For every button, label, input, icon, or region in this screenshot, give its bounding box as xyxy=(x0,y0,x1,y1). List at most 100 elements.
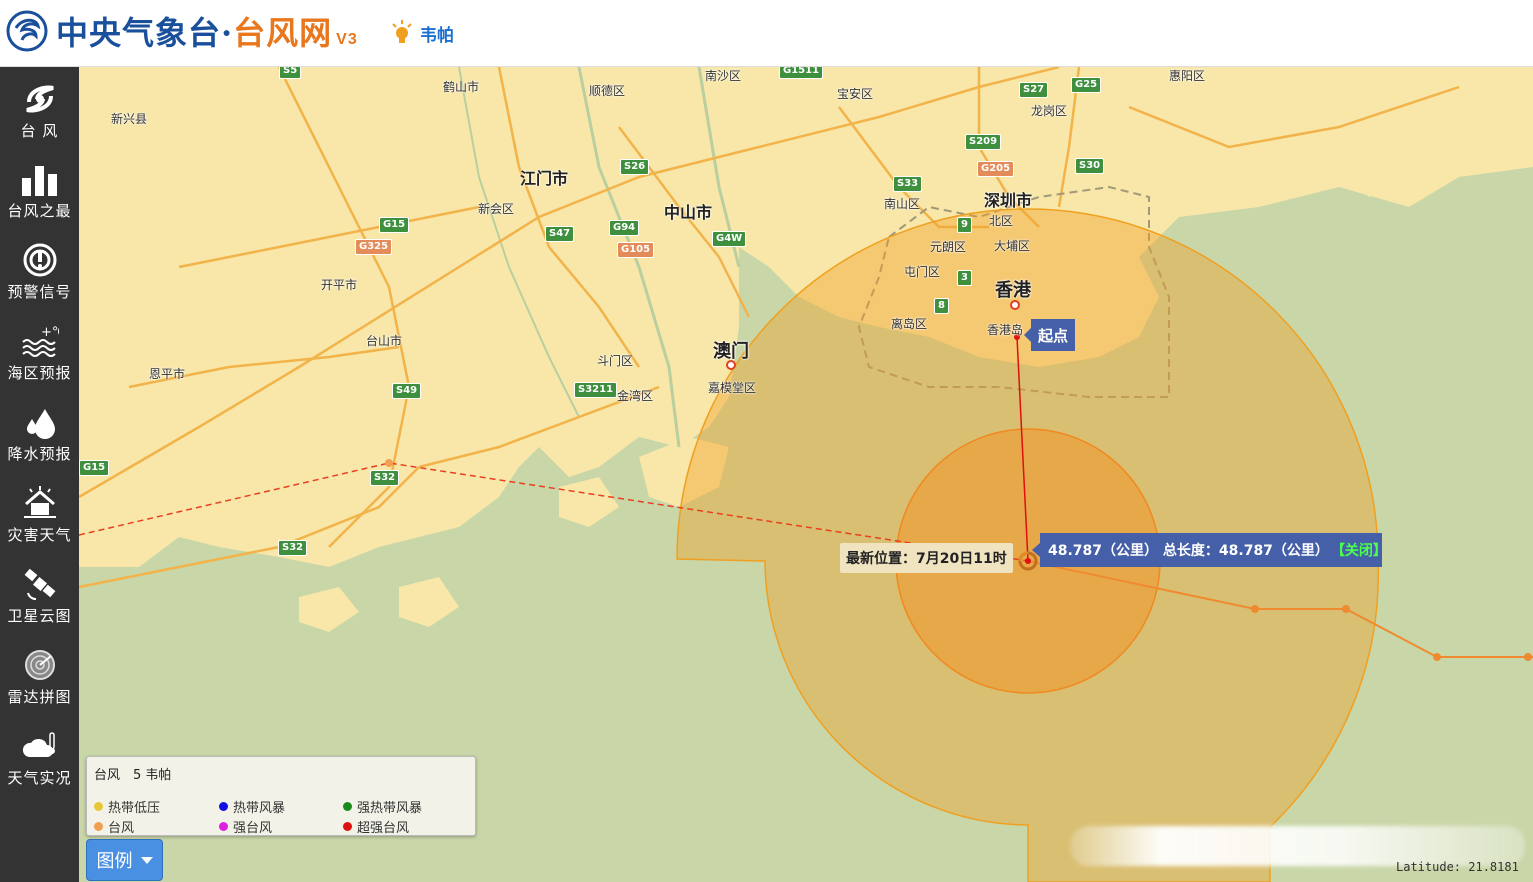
sidebar-item-typhoon-records[interactable]: 台风之最 xyxy=(0,152,79,232)
place-label: 惠阳区 xyxy=(1169,69,1206,83)
highway-shield: G205 xyxy=(977,161,1015,177)
track-point[interactable] xyxy=(1342,605,1350,613)
measure-close-button[interactable]: 【关闭】 xyxy=(1331,540,1387,560)
sidebar-item-rain-forecast[interactable]: 降水预报 xyxy=(0,395,79,475)
highway-shield: S33 xyxy=(893,176,923,192)
track-point[interactable] xyxy=(385,459,393,467)
highway-shield: S3211 xyxy=(574,382,618,398)
city-label: 中山市 xyxy=(664,203,713,222)
legend-dot xyxy=(219,822,228,831)
sidebar-item-typhoon[interactable]: 台 风 xyxy=(0,72,79,152)
cloud-thermometer-icon xyxy=(22,732,55,757)
legend-item-label: 台风 xyxy=(108,821,135,836)
latitude-readout: Latitude: 21.8181 xyxy=(1396,860,1519,874)
legend-item-label: 强热带风暴 xyxy=(357,801,423,816)
city-label: 澳门 xyxy=(713,341,749,362)
sidebar-item-label: 海区预报 xyxy=(7,364,72,382)
sidebar-item-label: 台风之最 xyxy=(7,202,72,220)
highway-shield: G25 xyxy=(1071,77,1102,93)
legend-button-label: 图例 xyxy=(96,851,133,872)
legend-item: 超强台风 xyxy=(343,817,409,836)
highway-shield: S5 xyxy=(279,67,302,79)
highway-shield: 8 xyxy=(934,298,949,314)
cma-logo-icon xyxy=(6,10,48,52)
site-title-accent: 台风网 xyxy=(233,14,333,52)
sidebar-item-label: 灾害天气 xyxy=(7,526,72,544)
highway-shield: S32 xyxy=(278,540,308,556)
highway-shield: S27 xyxy=(1019,82,1049,98)
highway-shield: G4W xyxy=(712,231,747,247)
highway-shield: 9 xyxy=(957,217,972,233)
highway-shield: S32 xyxy=(370,470,400,486)
disaster-house-icon xyxy=(23,486,56,518)
sidebar-item-disaster-weather[interactable]: 灾害天气 xyxy=(0,476,79,556)
sidebar-item-warning-signal[interactable]: 预警信号 xyxy=(0,233,79,313)
city-label: 香港 xyxy=(995,280,1031,301)
highway-shield: G15 xyxy=(379,217,410,233)
header: 中央气象台·台风网 V3 韦帕 xyxy=(0,0,1533,67)
alert-signal-icon xyxy=(23,243,56,277)
track-point[interactable] xyxy=(1524,653,1532,661)
sidebar-item-satellite[interactable]: 卫星云图 xyxy=(0,557,79,637)
latest-position-tooltip: 最新位置：7月20日11时 xyxy=(840,543,1013,573)
highway-shield: G15 xyxy=(79,460,110,476)
bar-chart-icon xyxy=(21,166,57,196)
highway-shield: G105 xyxy=(617,242,655,258)
sidebar-item-label: 天气实况 xyxy=(7,769,72,787)
track-point[interactable] xyxy=(1251,605,1259,613)
legend-dot xyxy=(219,802,228,811)
place-label: 顺德区 xyxy=(589,84,626,98)
legend-toggle-button[interactable]: 图例 xyxy=(86,839,163,881)
legend-item: 强热带风暴 xyxy=(343,797,422,816)
typhoon-icon xyxy=(25,85,54,113)
measure-distance-text: 48.787（公里） 总长度：48.787（公里） xyxy=(1048,543,1329,559)
highway-shield: S47 xyxy=(545,226,575,242)
sidebar-item-weather-live[interactable]: 天气实况 xyxy=(0,719,79,799)
svg-text:+℃: +℃ xyxy=(41,325,59,340)
current-typhoon[interactable]: 韦帕 xyxy=(392,18,454,48)
place-label: 新会区 xyxy=(478,202,515,216)
place-label: 恩平市 xyxy=(149,367,186,381)
highway-shield: S209 xyxy=(965,134,1002,150)
sidebar-item-label: 台 风 xyxy=(20,122,59,140)
place-label: 嘉模堂区 xyxy=(708,381,757,395)
island xyxy=(299,587,359,632)
highway-shield: 3 xyxy=(957,270,972,286)
place-label: 南沙区 xyxy=(705,69,742,83)
track-point[interactable] xyxy=(1433,653,1441,661)
legend-dot xyxy=(343,802,352,811)
highway-shield: G1511 xyxy=(779,67,824,79)
start-point-label: 起点 xyxy=(1024,319,1075,351)
city-marker xyxy=(1010,300,1020,310)
version-label: V3 xyxy=(336,31,358,48)
sidebar-item-label: 卫星云图 xyxy=(7,607,72,625)
typhoon-name-label: 韦帕 xyxy=(420,25,454,45)
legend-item: 强台风 xyxy=(219,817,272,836)
place-label: 南山区 xyxy=(884,197,921,211)
legend-item-label: 强台风 xyxy=(233,821,273,836)
place-label: 大埔区 xyxy=(994,239,1031,253)
satellite-icon xyxy=(24,568,55,600)
city-label: 江门市 xyxy=(520,169,569,188)
legend-panel: 台风 5 韦帕 热带低压 热带风暴 强热带风暴 台风 强台风 超强台风 xyxy=(86,756,476,836)
highway-shield: S49 xyxy=(392,383,422,399)
legend-dot xyxy=(94,802,103,811)
island xyxy=(399,577,459,627)
sidebar-item-label: 预警信号 xyxy=(7,283,72,301)
sidebar-item-label: 雷达拼图 xyxy=(7,688,72,706)
highway-shield: G94 xyxy=(609,220,640,236)
place-label: 宝安区 xyxy=(837,87,874,101)
legend-item: 热带风暴 xyxy=(219,797,285,816)
highway-shield: S30 xyxy=(1075,158,1105,174)
place-label: 斗门区 xyxy=(597,354,634,368)
caret-down-icon xyxy=(140,856,153,864)
place-label: 新兴县 xyxy=(111,112,148,126)
highway-shield: S26 xyxy=(620,159,650,175)
legend-item: 台风 xyxy=(94,817,134,836)
place-label: 元朗区 xyxy=(930,240,967,254)
raindrop-icon xyxy=(26,409,55,439)
sidebar-item-radar[interactable]: 雷达拼图 xyxy=(0,638,79,718)
sidebar-item-sea-forecast[interactable]: +℃ 海区预报 xyxy=(0,314,79,394)
place-label: 离岛区 xyxy=(891,317,928,331)
site-title[interactable]: 中央气象台·台风网 V3 xyxy=(56,8,358,54)
